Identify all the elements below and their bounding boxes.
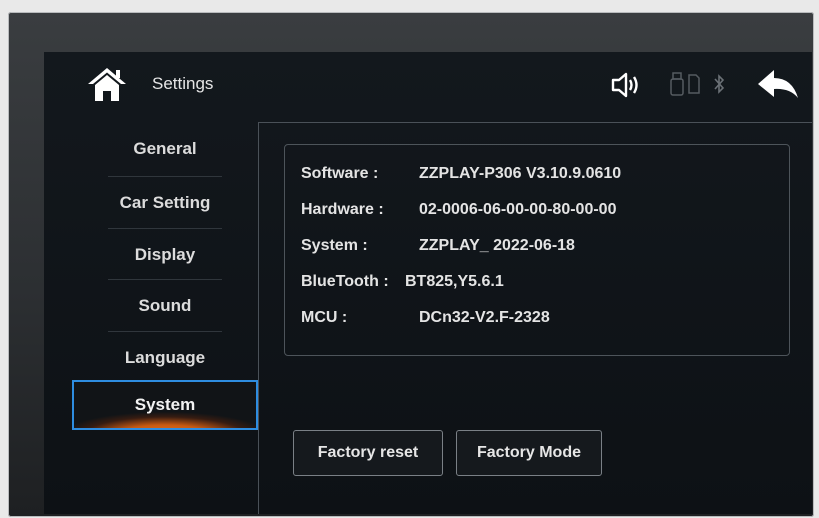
device-bezel: Settings General Car Setting Display Sou… xyxy=(8,12,814,517)
info-value: 02-0006-06-00-00-80-00-00 xyxy=(419,201,617,218)
info-label: MCU : xyxy=(301,309,348,326)
info-row-system: System : ZZPLAY_ 2022-06-18 xyxy=(301,237,781,263)
info-row-bluetooth: BlueTooth : BT825,Y5.6.1 xyxy=(301,273,781,299)
factory-mode-button[interactable]: Factory Mode xyxy=(456,430,602,476)
factory-reset-button[interactable]: Factory reset xyxy=(293,430,443,476)
sidebar-item-general[interactable]: General xyxy=(72,124,258,174)
info-label: Software : xyxy=(301,165,379,182)
sidebar-item-car-setting[interactable]: Car Setting xyxy=(72,178,258,228)
info-value: ZZPLAY_ 2022-06-18 xyxy=(419,237,575,254)
settings-sidebar: General Car Setting Display Sound Langua… xyxy=(72,122,258,514)
info-value: DCn32-V2.F-2328 xyxy=(419,309,550,326)
system-info-panel: Software : ZZPLAY-P306 V3.10.9.0610 Hard… xyxy=(284,144,790,356)
info-row-mcu: MCU : DCn32-V2.F-2328 xyxy=(301,309,781,335)
info-label: BlueTooth : xyxy=(301,273,389,290)
sidebar-item-sound[interactable]: Sound xyxy=(72,281,258,331)
back-arrow-icon xyxy=(758,70,798,98)
back-button[interactable] xyxy=(754,66,802,106)
info-value: ZZPLAY-P306 V3.10.9.0610 xyxy=(419,165,622,182)
sidebar-item-language[interactable]: Language xyxy=(72,333,258,383)
sidebar-divider xyxy=(108,279,222,280)
speaker-icon xyxy=(611,72,638,98)
header-divider xyxy=(258,122,812,123)
usb-icon xyxy=(670,72,684,96)
sidebar-border xyxy=(258,122,259,514)
header-bar: Settings xyxy=(44,52,812,122)
sidebar-divider xyxy=(108,331,222,332)
head-unit-screen: Settings General Car Setting Display Sou… xyxy=(44,52,812,514)
sidebar-item-display[interactable]: Display xyxy=(72,230,258,280)
info-value: BT825,Y5.6.1 xyxy=(405,273,504,290)
sidebar-divider xyxy=(108,228,222,229)
home-button[interactable] xyxy=(86,64,128,106)
sidebar-divider xyxy=(108,176,222,177)
info-row-hardware: Hardware : 02-0006-06-00-00-80-00-00 xyxy=(301,201,781,227)
sidebar-item-system[interactable]: System xyxy=(72,380,258,430)
sd-card-icon xyxy=(688,74,700,94)
volume-button[interactable] xyxy=(610,70,644,100)
info-label: Hardware : xyxy=(301,201,384,218)
bluetooth-icon xyxy=(712,73,726,95)
info-row-software: Software : ZZPLAY-P306 V3.10.9.0610 xyxy=(301,165,781,191)
info-label: System : xyxy=(301,237,368,254)
page-title: Settings xyxy=(152,74,214,93)
home-icon xyxy=(88,68,126,101)
